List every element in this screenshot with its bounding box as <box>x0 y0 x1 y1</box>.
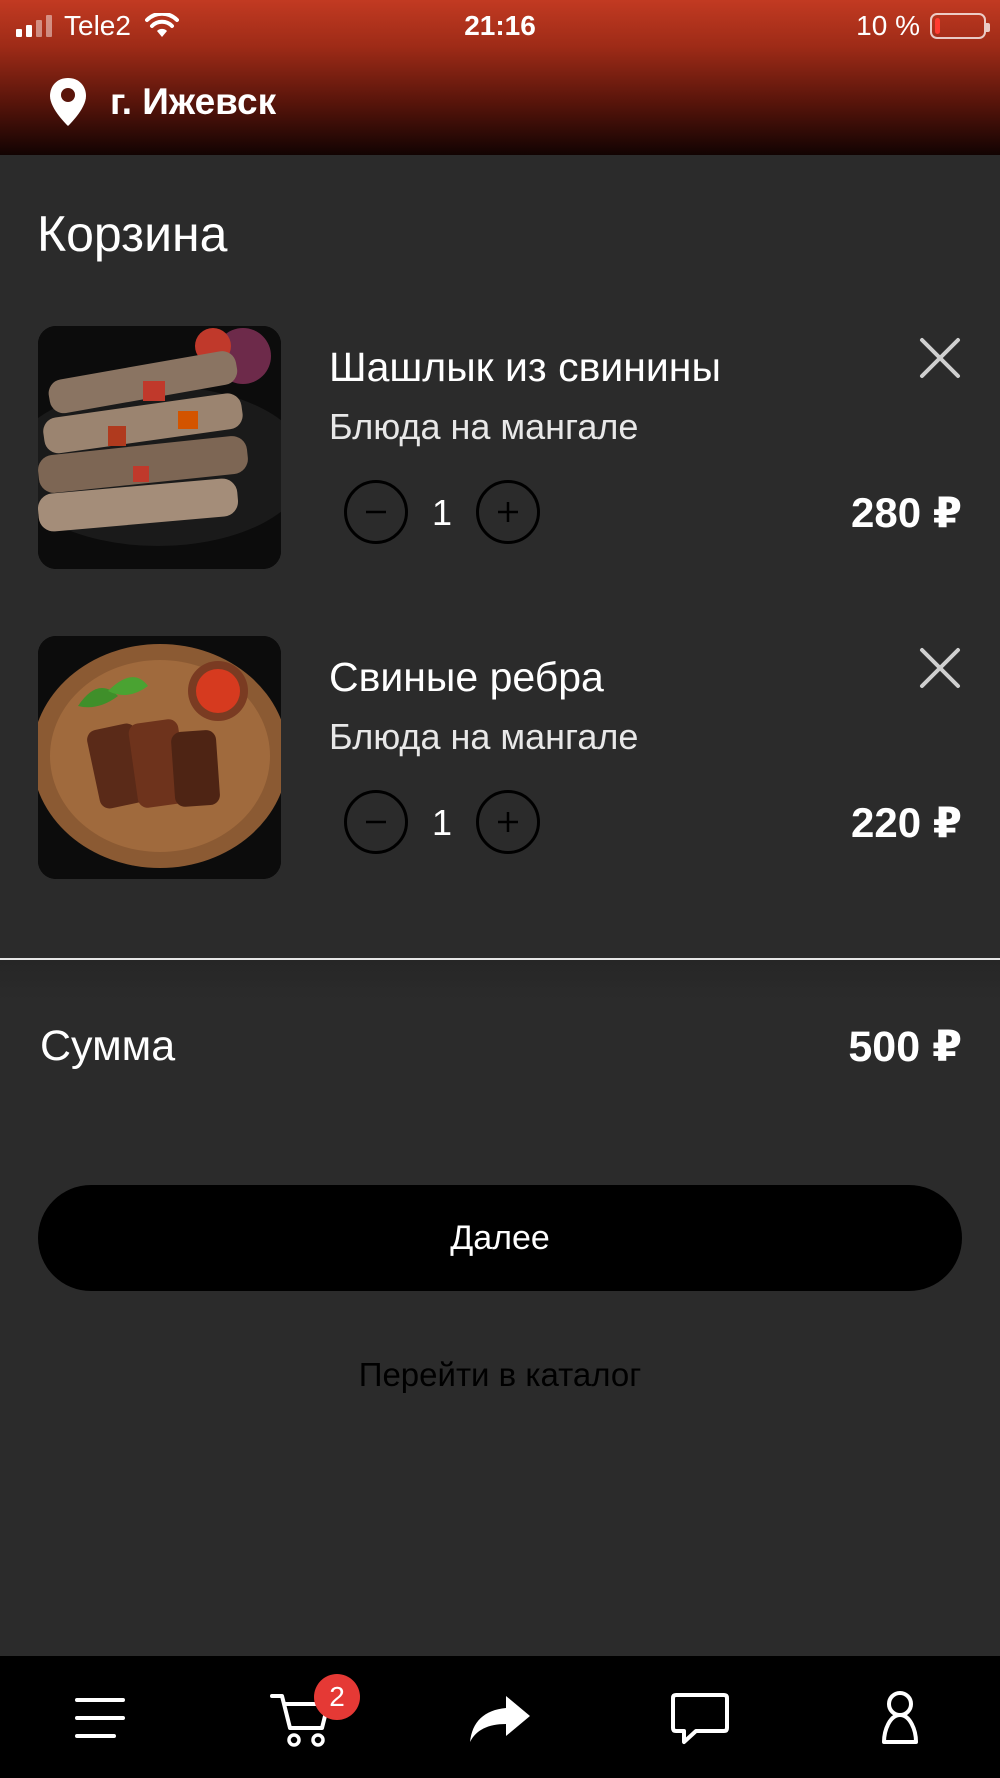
divider-shadow <box>0 960 1000 1000</box>
close-icon <box>920 648 960 688</box>
item-title: Шашлык из свинины <box>329 344 721 390</box>
tab-menu[interactable] <box>0 1656 200 1778</box>
page-title: Корзина <box>37 206 228 262</box>
plus-icon <box>498 812 518 832</box>
tab-bar: 2 <box>0 1656 1000 1778</box>
profile-icon <box>882 1691 918 1744</box>
cart-badge: 2 <box>314 1674 360 1720</box>
remove-item-button[interactable] <box>918 646 962 690</box>
minus-icon <box>366 510 386 514</box>
minus-icon <box>366 820 386 824</box>
shashlik-photo-icon <box>38 326 281 569</box>
cart-item: Свиные ребра Блюда на мангале 1 220 ₽ <box>0 636 1000 881</box>
tab-profile[interactable] <box>800 1656 1000 1778</box>
tab-share[interactable] <box>400 1656 600 1778</box>
item-category: Блюда на мангале <box>329 406 639 447</box>
increase-quantity-button[interactable] <box>476 480 540 544</box>
menu-icon <box>75 1698 125 1738</box>
next-button[interactable]: Далее <box>38 1185 962 1291</box>
close-icon <box>920 338 960 378</box>
battery-level <box>935 18 940 34</box>
tab-cart[interactable] <box>200 1656 400 1778</box>
battery-icon <box>930 13 990 39</box>
item-price: 220 ₽ <box>851 799 962 846</box>
item-price: 280 ₽ <box>851 489 962 536</box>
item-title: Свиные ребра <box>329 654 604 700</box>
map-pin-icon <box>50 78 86 126</box>
remove-item-button[interactable] <box>918 336 962 380</box>
ribs-photo-icon <box>38 636 281 879</box>
battery-percent: 10 % <box>856 10 920 41</box>
status-right: 10 % <box>856 10 990 42</box>
item-category: Блюда на мангале <box>329 716 639 757</box>
city-selector[interactable]: г. Ижевск <box>48 76 276 128</box>
item-photo[interactable] <box>38 636 281 879</box>
quantity-value: 1 <box>431 492 453 533</box>
tab-chat[interactable] <box>600 1656 800 1778</box>
decrease-quantity-button[interactable] <box>344 790 408 854</box>
sum-label: Сумма <box>40 1022 176 1070</box>
clock: 21:16 <box>464 10 536 41</box>
decrease-quantity-button[interactable] <box>344 480 408 544</box>
sum-total: 500 ₽ <box>848 1023 962 1071</box>
status-bar: Tele2 21:16 10 % <box>0 0 1000 50</box>
chat-icon <box>671 1693 729 1744</box>
quantity-value: 1 <box>431 802 453 843</box>
item-photo[interactable] <box>38 326 281 569</box>
go-to-catalog-link[interactable]: Перейти в каталог <box>0 1356 1000 1394</box>
app-header: Tele2 21:16 10 % г. Ижевск <box>0 0 1000 155</box>
city-name: г. Ижевск <box>110 81 277 122</box>
plus-icon <box>498 502 518 522</box>
share-icon <box>470 1696 530 1742</box>
cart-item: Шашлык из свинины Блюда на мангале 1 280… <box>0 326 1000 571</box>
increase-quantity-button[interactable] <box>476 790 540 854</box>
